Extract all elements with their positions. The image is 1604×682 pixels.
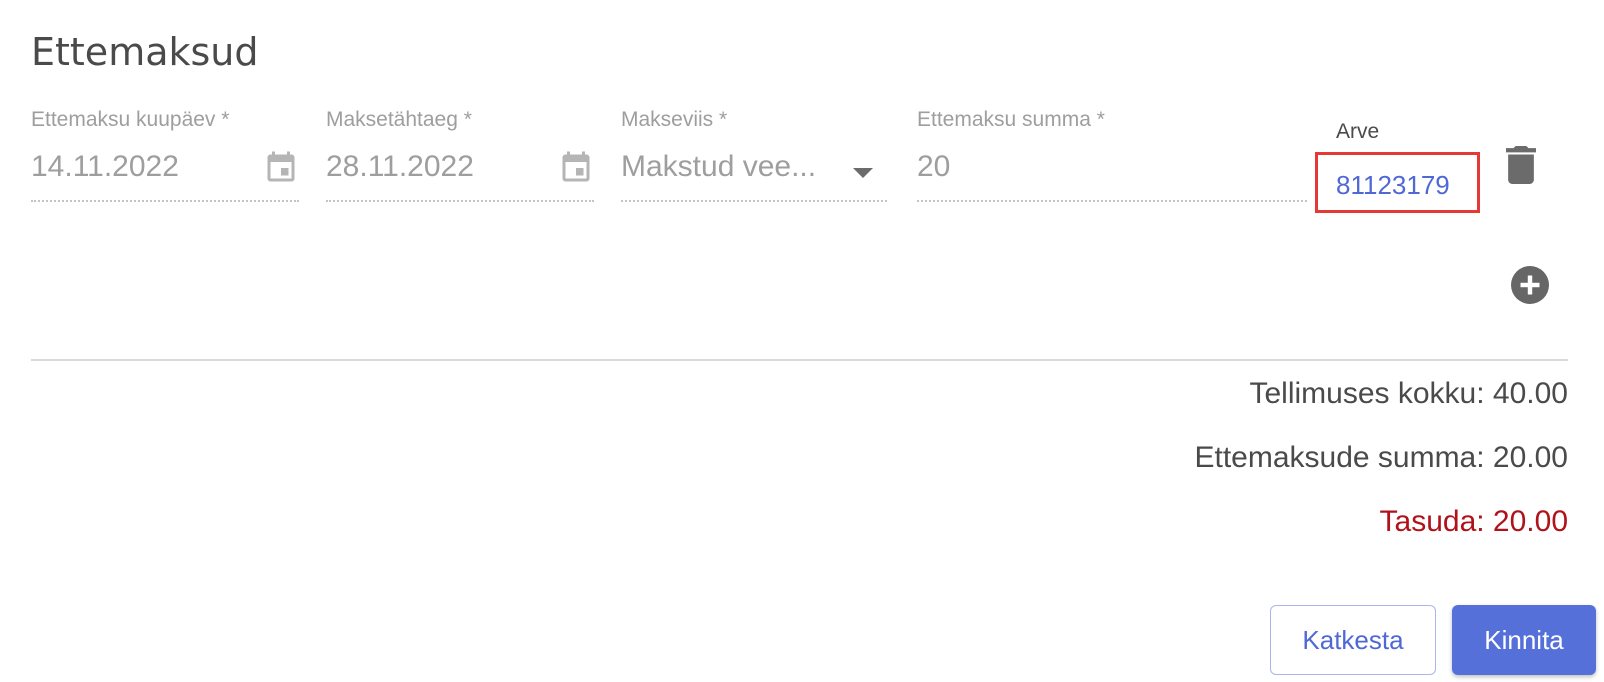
- dialog-title: Ettemaksud: [31, 30, 259, 74]
- prepayment-amount-field[interactable]: Ettemaksu summa * 20: [917, 108, 1307, 204]
- invoice-link[interactable]: 81123179: [1336, 170, 1450, 201]
- cancel-button[interactable]: Katkesta: [1270, 605, 1436, 675]
- prepayment-amount-label: Ettemaksu summa *: [917, 108, 1105, 131]
- confirm-button[interactable]: Kinnita: [1452, 605, 1596, 675]
- payment-method-label: Makseviis *: [621, 108, 728, 131]
- due-date-value[interactable]: 28.11.2022: [326, 150, 474, 184]
- due-date-label: Maksetähtaeg *: [326, 108, 472, 131]
- field-underline: [917, 200, 1307, 202]
- payment-method-value[interactable]: Makstud vee...: [621, 150, 816, 184]
- prepayments-dialog: Ettemaksud Ettemaksu kuupäev * 14.11.202…: [0, 0, 1604, 682]
- order-total-text: Tellimuses kokku: 40.00: [1249, 377, 1569, 410]
- field-underline: [31, 200, 299, 202]
- field-underline: [326, 200, 594, 202]
- chevron-down-icon[interactable]: [853, 168, 873, 178]
- prepayment-date-value[interactable]: 14.11.2022: [31, 150, 179, 184]
- calendar-icon[interactable]: [558, 148, 594, 188]
- invoice-label: Arve: [1336, 120, 1380, 143]
- divider: [31, 359, 1568, 361]
- to-pay-text: Tasuda: 20.00: [1379, 505, 1568, 538]
- plus-circle-icon[interactable]: [1511, 266, 1549, 304]
- prepayment-date-label: Ettemaksu kuupäev *: [31, 108, 230, 131]
- payment-method-select[interactable]: Makseviis * Makstud vee...: [621, 108, 887, 204]
- prepayment-amount-value[interactable]: 20: [917, 150, 950, 184]
- calendar-icon[interactable]: [263, 148, 299, 188]
- trash-icon[interactable]: [1506, 146, 1536, 184]
- prepayments-total-text: Ettemaksude summa: 20.00: [1194, 441, 1568, 474]
- due-date-field[interactable]: Maksetähtaeg * 28.11.2022: [326, 108, 594, 204]
- field-underline: [621, 200, 887, 202]
- prepayment-date-field[interactable]: Ettemaksu kuupäev * 14.11.2022: [31, 108, 299, 204]
